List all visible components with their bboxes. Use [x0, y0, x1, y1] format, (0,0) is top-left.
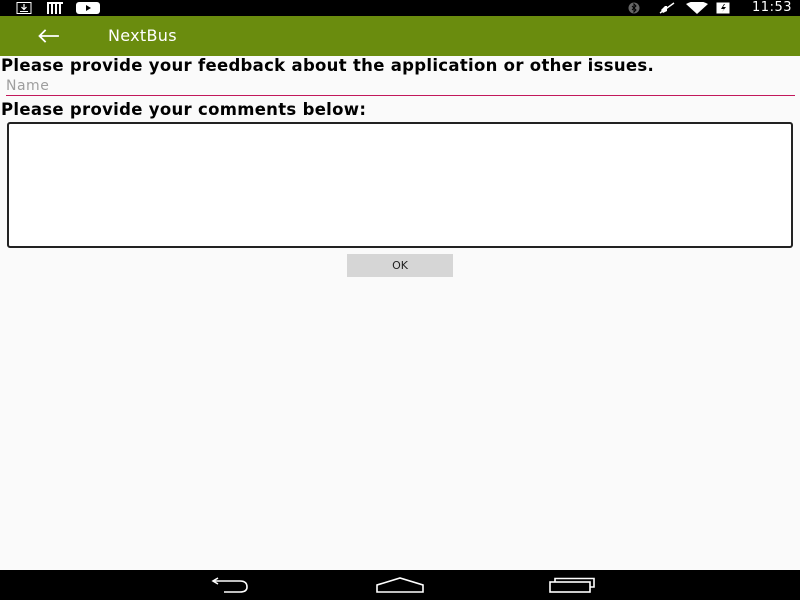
name-input[interactable]	[6, 78, 795, 96]
comments-textarea[interactable]	[7, 122, 793, 248]
recents-icon	[549, 577, 595, 593]
wifi-icon	[686, 2, 708, 14]
status-bar: 11:53	[0, 0, 800, 16]
barcode-icon	[47, 2, 63, 14]
nav-recents-button[interactable]	[542, 574, 602, 596]
arrow-left-icon	[38, 29, 59, 43]
back-button[interactable]	[32, 24, 64, 48]
app-title: NextBus	[108, 26, 177, 45]
app-bar: NextBus	[0, 16, 800, 56]
youtube-icon	[76, 2, 100, 14]
battery-icon	[716, 2, 730, 14]
back-icon	[211, 577, 248, 593]
home-icon	[376, 577, 424, 593]
download-icon	[16, 2, 32, 14]
status-time: 11:53	[752, 0, 792, 15]
comments-label: Please provide your comments below:	[1, 100, 367, 119]
navigation-bar	[0, 570, 800, 600]
feedback-form: Please provide your feedback about the a…	[0, 56, 800, 277]
nav-back-button[interactable]	[198, 574, 258, 596]
nav-home-button[interactable]	[370, 574, 430, 596]
ok-button[interactable]: OK	[347, 254, 453, 277]
bluetooth-icon	[628, 2, 640, 14]
mute-icon	[659, 2, 675, 14]
feedback-heading: Please provide your feedback about the a…	[1, 56, 655, 75]
